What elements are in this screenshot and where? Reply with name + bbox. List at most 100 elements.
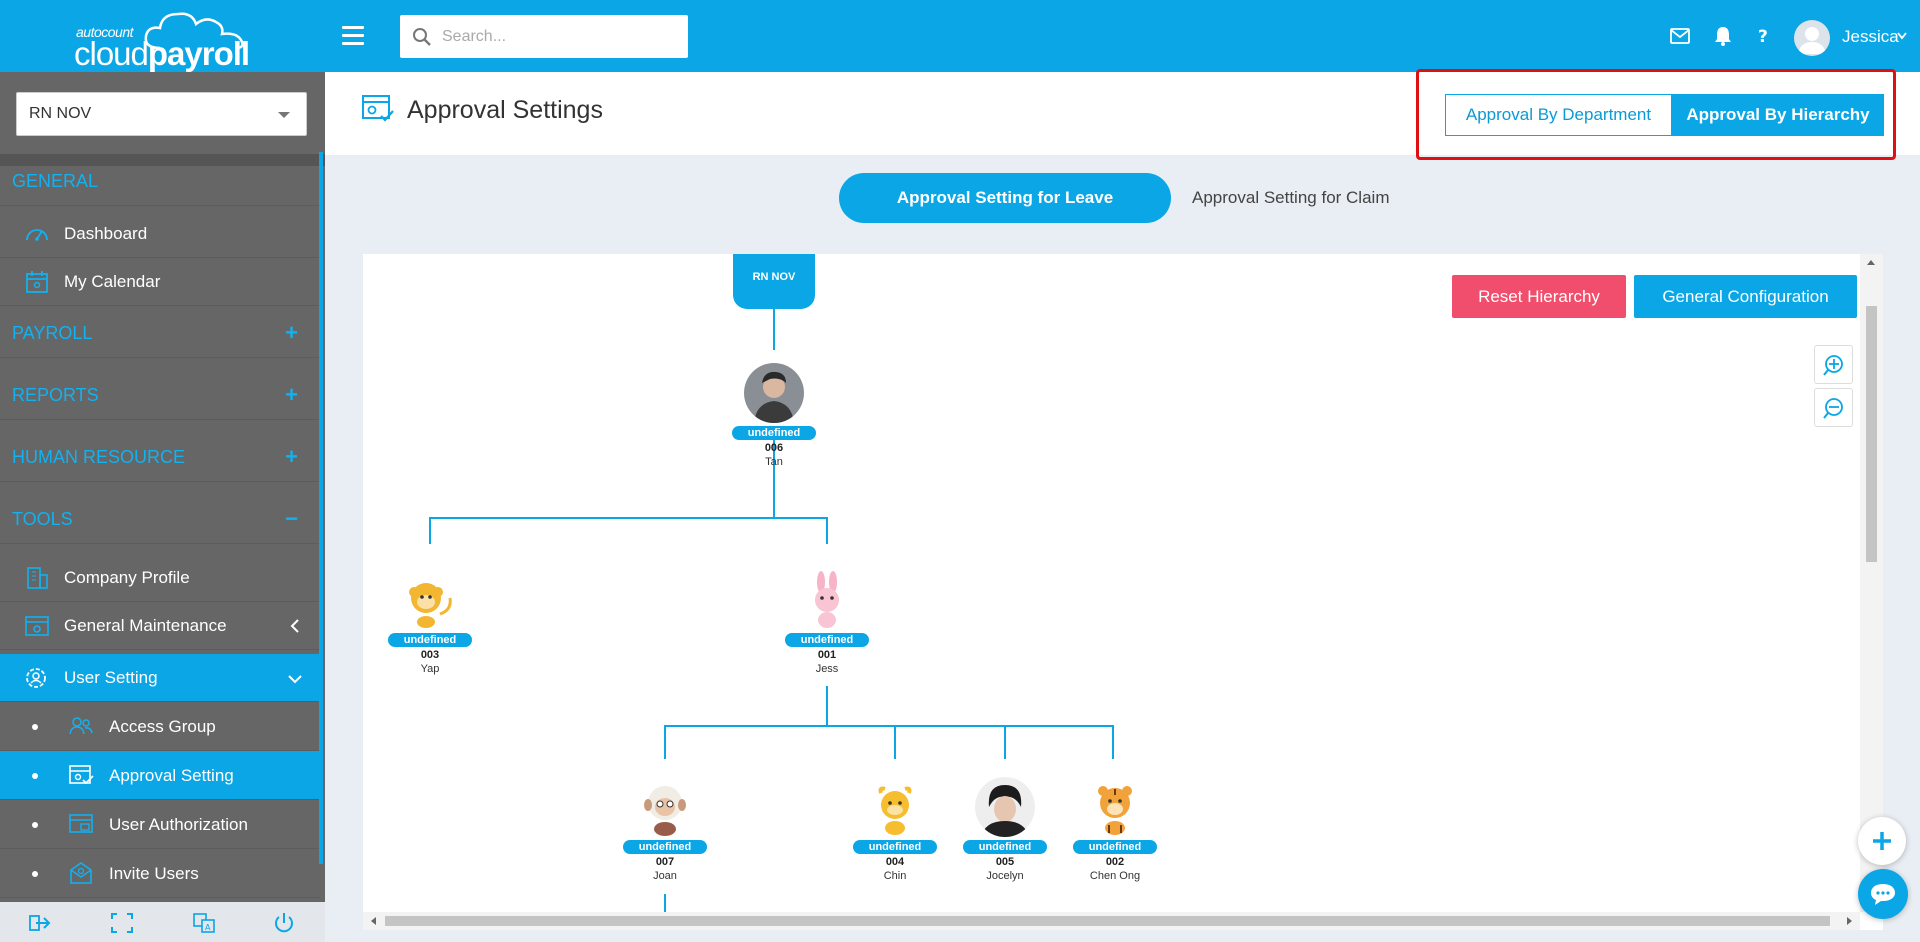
caret-down-icon	[278, 112, 290, 118]
sidebar-item-dashboard[interactable]: Dashboard	[0, 210, 320, 258]
tab-approval-leave[interactable]: Approval Setting for Leave	[839, 173, 1171, 223]
translate-icon[interactable]: A	[192, 912, 216, 934]
section-reports-label: REPORTS	[12, 385, 99, 405]
node-badge: undefined	[731, 426, 817, 440]
horizontal-scrollbar[interactable]	[363, 912, 1860, 930]
sidebar-item-label: Company Profile	[64, 568, 190, 587]
sidebar-subitem-approval-setting[interactable]: Approval Setting	[0, 751, 320, 800]
sidebar-subitem-user-authorization[interactable]: User Authorization	[0, 800, 320, 849]
sidebar-item-label: User Setting	[64, 668, 158, 687]
node-badge: undefined	[1072, 840, 1158, 854]
menu-toggle-icon[interactable]	[342, 26, 364, 46]
section-human-resource[interactable]: HUMAN RESOURCE +	[0, 432, 320, 482]
sidebar-item-user-setting[interactable]: User Setting	[0, 654, 320, 702]
company-select-value: RN NOV	[29, 105, 92, 122]
user-gear-icon	[26, 668, 46, 688]
logo-light-text: cloud	[74, 35, 149, 72]
svg-text:?: ?	[1758, 27, 1768, 46]
photo-man-icon	[744, 363, 804, 423]
node-name: Joan	[653, 870, 677, 882]
bullet	[32, 773, 38, 779]
expand-icon[interactable]: +	[285, 308, 298, 358]
hierarchy-node[interactable]: undefined 007 Joan	[620, 777, 710, 882]
reset-hierarchy-button[interactable]: Reset Hierarchy	[1452, 275, 1626, 318]
chevron-down-icon[interactable]	[1897, 32, 1907, 40]
expand-icon[interactable]: +	[285, 370, 298, 420]
app-logo[interactable]: autocount cloudpayroll	[74, 8, 274, 72]
dashboard-icon	[26, 229, 48, 241]
scroll-left-icon[interactable]	[371, 917, 376, 925]
scrollbar-thumb[interactable]	[1866, 306, 1877, 562]
sidebar-item-general-maintenance[interactable]: General Maintenance	[0, 602, 320, 650]
chevron-left-icon	[290, 619, 299, 633]
node-name: Chin	[883, 870, 907, 882]
scroll-up-icon[interactable]	[1867, 260, 1875, 265]
node-code: 004	[885, 856, 905, 868]
search-input[interactable]	[442, 15, 677, 58]
sidebar-scrollbar[interactable]	[319, 152, 323, 864]
floating-add-button[interactable]	[1858, 817, 1906, 865]
hierarchy-node[interactable]: undefined 005 Jocelyn	[960, 777, 1050, 882]
zoom-out-button[interactable]	[1814, 388, 1853, 427]
mail-icon[interactable]	[1670, 28, 1690, 44]
hierarchy-node[interactable]: undefined 002 Chen Ong	[1070, 777, 1160, 882]
expand-icon[interactable]: +	[285, 432, 298, 482]
user-avatar-icon	[1798, 27, 1826, 54]
floating-chat-button[interactable]	[1858, 869, 1908, 919]
zoom-in-icon	[1823, 355, 1843, 376]
sidebar-item-my-calendar[interactable]: My Calendar	[0, 258, 320, 306]
sidebar-item-label: Dashboard	[64, 224, 148, 243]
section-payroll-label: PAYROLL	[12, 323, 93, 343]
node-name: Tan	[765, 456, 783, 468]
scroll-right-icon[interactable]	[1847, 917, 1852, 925]
maintenance-icon	[25, 616, 49, 636]
zoom-out-icon	[1823, 398, 1843, 419]
rabbit-icon	[797, 570, 857, 630]
fullscreen-icon[interactable]	[110, 912, 134, 934]
collapse-icon[interactable]: −	[285, 494, 298, 544]
logout-icon[interactable]	[28, 912, 52, 934]
bullet	[32, 822, 38, 828]
sidebar-subitem-invite-users[interactable]: Invite Users	[0, 849, 320, 898]
scrollbar-thumb[interactable]	[385, 916, 1830, 926]
node-code: 002	[1105, 856, 1125, 868]
top-bar: autocount cloudpayroll ? Jessica	[0, 0, 1920, 72]
users-group-icon	[69, 717, 93, 735]
section-general-label: GENERAL	[12, 171, 99, 191]
section-payroll[interactable]: PAYROLL +	[0, 308, 320, 358]
power-icon[interactable]	[272, 912, 296, 934]
plus-icon	[1873, 832, 1891, 850]
section-reports[interactable]: REPORTS +	[0, 370, 320, 420]
ox-icon	[865, 777, 925, 837]
node-badge: undefined	[784, 633, 870, 647]
tab-approval-claim[interactable]: Approval Setting for Claim	[1192, 173, 1389, 223]
sidebar-item-company-profile[interactable]: Company Profile	[0, 554, 320, 602]
hierarchy-node[interactable]: undefined 006 Tan	[729, 363, 819, 468]
bullet	[32, 871, 38, 877]
node-badge: undefined	[852, 840, 938, 854]
node-code: 003	[420, 649, 440, 661]
node-name: Yap	[420, 663, 440, 675]
user-avatar[interactable]	[1794, 20, 1830, 56]
bell-icon[interactable]	[1714, 26, 1732, 46]
hierarchy-panel: RN NOV undefined 006 Tan undefined 003 Y…	[363, 254, 1883, 930]
search-icon	[413, 28, 431, 46]
hierarchy-node[interactable]: undefined 003 Yap	[385, 570, 475, 675]
vertical-scrollbar[interactable]	[1860, 254, 1883, 912]
section-tools-label: TOOLS	[12, 509, 73, 529]
general-configuration-button[interactable]: General Configuration	[1634, 275, 1857, 318]
hierarchy-node[interactable]: undefined 004 Chin	[850, 777, 940, 882]
section-tools[interactable]: TOOLS −	[0, 494, 320, 544]
user-name[interactable]: Jessica	[1842, 27, 1899, 47]
sidebar: RN NOV GENERAL Dashboard My Calendar PAY…	[0, 72, 325, 942]
sidebar-subitem-label: Access Group	[109, 717, 216, 736]
sidebar-subitem-access-group[interactable]: Access Group	[0, 702, 320, 751]
hierarchy-node[interactable]: undefined 001 Jess	[782, 570, 872, 675]
company-select[interactable]: RN NOV	[16, 92, 307, 136]
node-code: 001	[817, 649, 837, 661]
hierarchy-root-node[interactable]: RN NOV	[733, 254, 815, 309]
help-icon[interactable]: ?	[1756, 26, 1770, 46]
zoom-in-button[interactable]	[1814, 345, 1853, 384]
sidebar-item-label: General Maintenance	[64, 616, 227, 635]
sheep-icon	[635, 777, 695, 837]
